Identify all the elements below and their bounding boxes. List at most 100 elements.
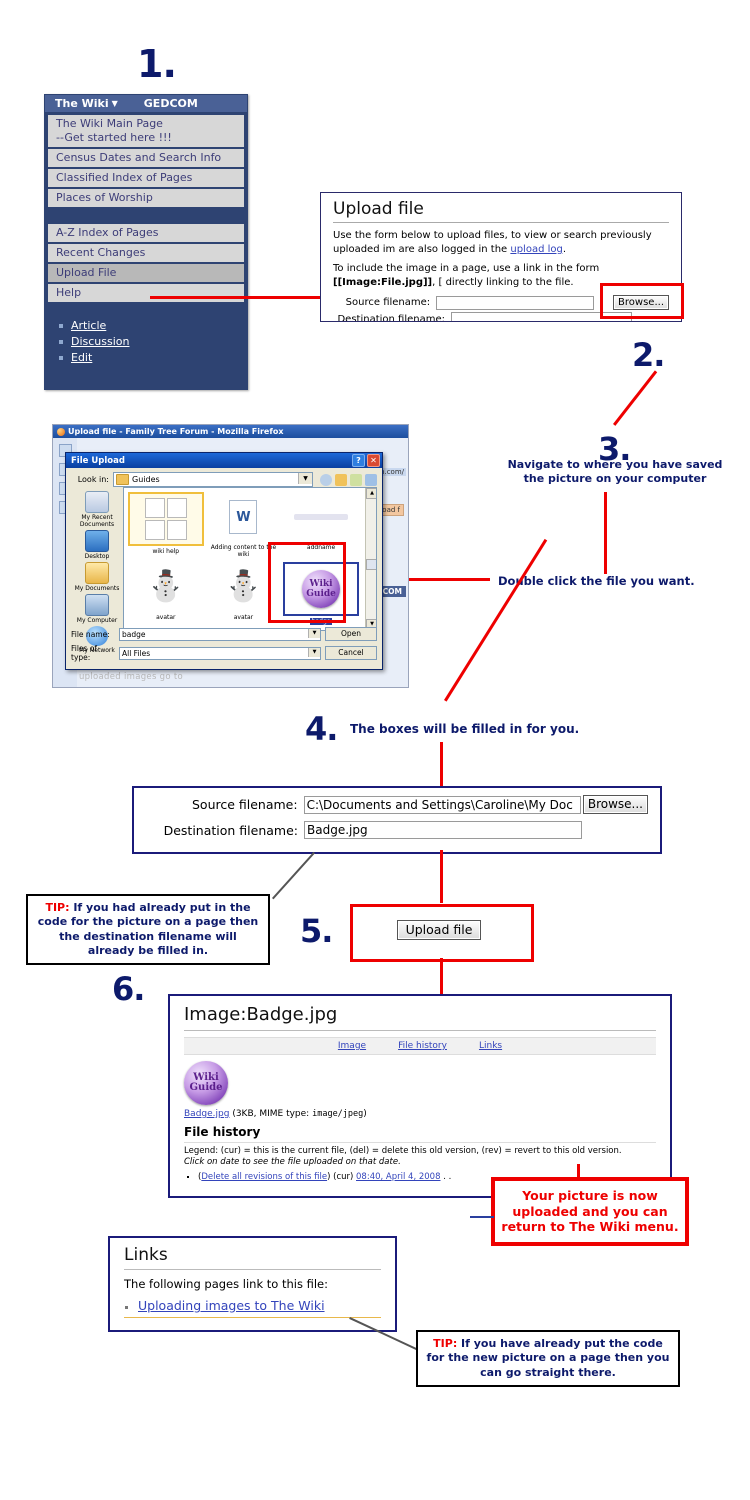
- filled-source-input[interactable]: C:\Documents and Settings\Caroline\My Do…: [303, 795, 581, 814]
- file-dialog-bottom: File name: badge ▼ Open Files of type: A…: [71, 627, 377, 665]
- links-list: Uploading images to The Wiki: [124, 1298, 381, 1313]
- upload-panel-title: Upload file: [333, 199, 669, 223]
- tip-keyword: TIP:: [45, 901, 70, 914]
- new-folder-icon[interactable]: [350, 473, 362, 486]
- filled-destination-label: Destination filename:: [163, 822, 298, 838]
- tab-file-history[interactable]: File history: [398, 1041, 447, 1051]
- look-in-combo[interactable]: Guides ▼: [113, 472, 313, 487]
- upload-file-button-frame: Upload file: [353, 907, 525, 953]
- step-number-2: 2.: [632, 336, 665, 374]
- pointer-line-success-left: [470, 1216, 494, 1218]
- filled-source-label: Source filename:: [191, 797, 298, 812]
- place-label: My Recent Documents: [79, 514, 115, 528]
- include-code-sample: [[Image:File.jpg]]: [333, 276, 433, 288]
- wiki-menu-header[interactable]: The Wiki ▼ GEDCOM: [45, 95, 247, 113]
- annotation-double-click: Double click the file you want.: [498, 574, 695, 588]
- chevron-down-icon[interactable]: ▼: [308, 647, 320, 657]
- legend-line-1: Legend: (cur) = this is the current file…: [184, 1146, 622, 1156]
- links-section-page: Links The following pages link to this f…: [108, 1236, 397, 1332]
- delete-all-revisions-link[interactable]: Delete all revisions of this file: [201, 1172, 327, 1182]
- file-item[interactable]: ⛄ avatar: [128, 562, 204, 625]
- success-callout: Your picture is now uploaded and you can…: [491, 1177, 689, 1246]
- upload-file-button[interactable]: Upload file: [396, 920, 482, 940]
- sidebar-item-classified-index[interactable]: Classified Index of Pages: [48, 169, 244, 187]
- chevron-down-icon[interactable]: ▼: [298, 473, 312, 484]
- sub-link-article[interactable]: Article: [59, 318, 247, 333]
- my-computer-icon: [85, 594, 109, 616]
- place-my-recent-documents[interactable]: My Recent Documents: [71, 491, 123, 528]
- gedcom-menu-label[interactable]: GEDCOM: [144, 97, 198, 110]
- links-page-intro: The following pages link to this file:: [124, 1277, 328, 1291]
- tip-text: If you had already put in the code for t…: [37, 901, 259, 957]
- place-my-computer[interactable]: My Computer: [71, 594, 123, 624]
- sub-link-discussion[interactable]: Discussion: [59, 334, 247, 349]
- look-in-value: Guides: [132, 475, 160, 484]
- sidebar-item-recent-changes[interactable]: Recent Changes: [48, 244, 244, 262]
- tip-go-straight-there: TIP: If you have already put the code fo…: [416, 1330, 680, 1387]
- pointer-line-success-top: [577, 1164, 580, 1180]
- recent-documents-icon: [85, 491, 109, 513]
- place-my-documents[interactable]: My Documents: [71, 562, 123, 592]
- scroll-thumb[interactable]: [366, 559, 376, 570]
- tab-image[interactable]: Image: [338, 1041, 366, 1051]
- list-item[interactable]: Uploading images to The Wiki: [138, 1298, 381, 1313]
- file-label: Adding content to the wiki: [210, 544, 277, 558]
- tip-keyword: TIP:: [433, 1337, 458, 1350]
- upload-log-link[interactable]: upload log: [510, 244, 562, 255]
- links-divider: [124, 1317, 381, 1318]
- file-item[interactable]: wiki help: [128, 492, 204, 558]
- scroll-up-icon[interactable]: ▲: [366, 488, 376, 499]
- filled-browse-button[interactable]: Browse...: [582, 795, 648, 814]
- close-icon[interactable]: ✕: [367, 454, 380, 467]
- places-bar: My Recent Documents Desktop My Documents…: [71, 487, 123, 654]
- open-button[interactable]: Open: [325, 627, 377, 641]
- my-documents-icon: [85, 562, 109, 584]
- file-list-scrollbar[interactable]: ▲ ▼: [365, 488, 376, 630]
- place-desktop[interactable]: Desktop: [71, 530, 123, 560]
- sub-link-article-text[interactable]: Article: [71, 319, 106, 332]
- sidebar-item-az-index[interactable]: A-Z Index of Pages: [48, 224, 244, 242]
- chevron-down-icon: ▼: [111, 99, 118, 108]
- image-file-link[interactable]: Badge.jpg: [184, 1109, 229, 1119]
- revision-date-link[interactable]: 08:40, April 4, 2008: [356, 1172, 440, 1182]
- sub-link-discussion-text[interactable]: Discussion: [71, 335, 130, 348]
- uploaded-image-thumbnail[interactable]: Wiki Guide: [184, 1061, 228, 1105]
- sidebar-item-main-page[interactable]: The Wiki Main Page --Get started here !!…: [48, 115, 244, 147]
- annotation-navigate: Navigate to where you have saved the pic…: [507, 458, 723, 485]
- firefox-content-area: orum.com/ Upload f DCOM Use the form bel…: [53, 438, 408, 687]
- sidebar-item-upload-file[interactable]: Upload File: [48, 264, 244, 282]
- upload-intro-line2-post: .: [562, 243, 567, 255]
- link-uploading-images[interactable]: Uploading images to The Wiki: [138, 1298, 325, 1313]
- image-file-mime: image/jpeg: [312, 1109, 364, 1119]
- include-line1-post: , [: [432, 276, 443, 288]
- file-thumbnail-word-doc: W: [206, 492, 282, 542]
- source-filename-input[interactable]: [436, 295, 594, 310]
- tab-links[interactable]: Links: [479, 1041, 502, 1051]
- file-thumbnail-snowman: ⛄: [147, 569, 185, 604]
- wiki-sub-links: Article Discussion Edit: [45, 313, 247, 374]
- image-file-meta-post: ): [363, 1109, 367, 1119]
- help-icon[interactable]: ?: [352, 454, 365, 467]
- desktop-icon: [85, 530, 109, 552]
- file-label: avatar: [233, 614, 254, 621]
- sub-link-edit-text[interactable]: Edit: [71, 351, 92, 364]
- files-of-type-select[interactable]: All Files ▼: [119, 646, 321, 660]
- source-filename-label: Source filename:: [345, 297, 431, 308]
- firefox-window-screenshot: Upload file - Family Tree Forum - Mozill…: [52, 424, 409, 688]
- views-icon[interactable]: [365, 473, 377, 486]
- sub-link-edit[interactable]: Edit: [59, 350, 247, 365]
- highlight-box-badge-file: [268, 542, 346, 623]
- include-line1-pre: To include the image in a page, use a li…: [333, 263, 600, 274]
- sidebar-item-census-dates[interactable]: Census Dates and Search Info: [48, 149, 244, 167]
- back-icon[interactable]: [320, 473, 332, 486]
- filled-upload-form: Source filename: C:\Documents and Settin…: [132, 786, 662, 854]
- place-label: My Documents: [74, 585, 120, 592]
- up-one-level-icon[interactable]: [335, 473, 347, 486]
- chevron-down-icon[interactable]: ▼: [308, 628, 320, 638]
- sidebar-item-help[interactable]: Help: [48, 284, 244, 302]
- cancel-button[interactable]: Cancel: [325, 646, 377, 660]
- sidebar-item-places-of-worship[interactable]: Places of Worship: [48, 189, 244, 207]
- include-line2: directly linking to the file.: [445, 276, 574, 288]
- filled-destination-input[interactable]: Badge.jpg: [304, 821, 582, 839]
- file-name-input[interactable]: badge ▼: [119, 627, 321, 641]
